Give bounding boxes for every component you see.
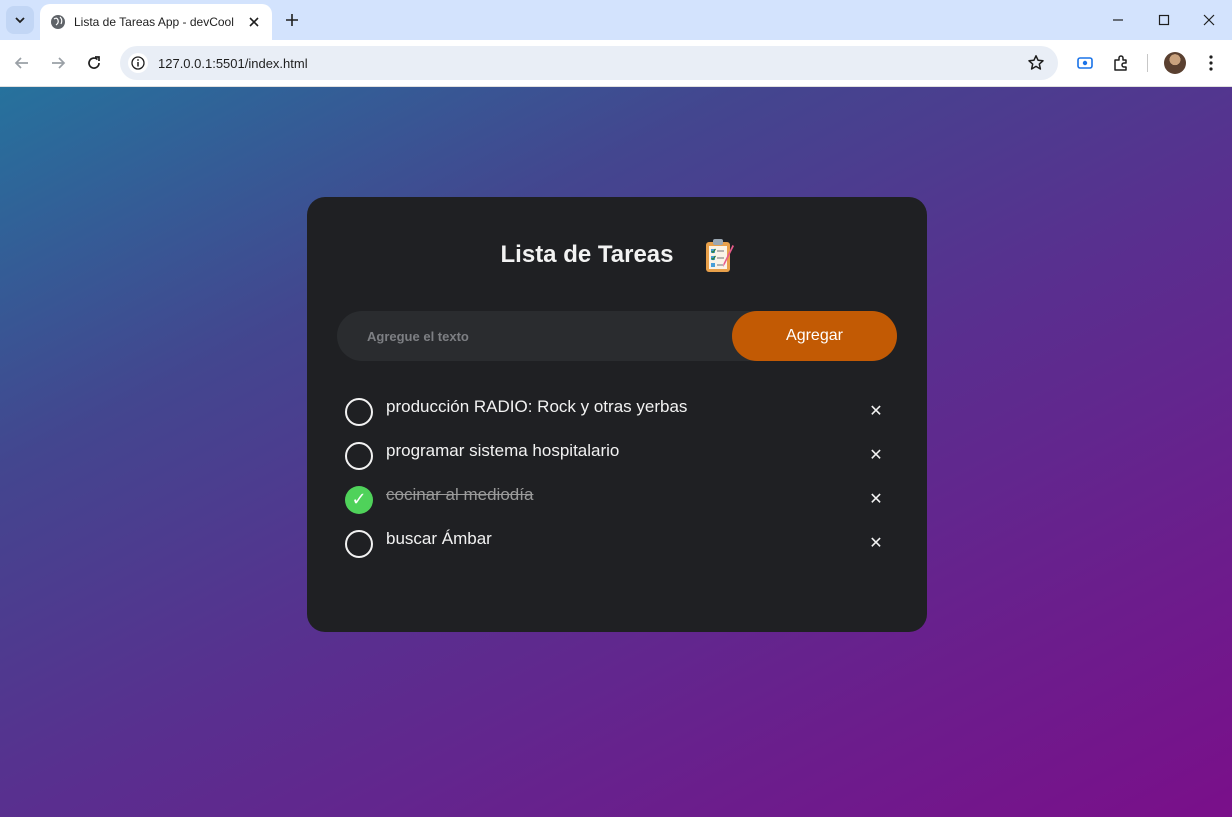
reload-icon[interactable] — [80, 49, 108, 77]
minimize-icon[interactable] — [1095, 0, 1141, 40]
task-list: producción RADIO: Rock y otras yerbas ✕ … — [345, 395, 890, 571]
add-task-form: Agregar — [337, 311, 897, 361]
tab-title: Lista de Tareas App - devCool — [74, 15, 234, 29]
task-item: cocinar al mediodía ✕ — [345, 483, 890, 527]
maximize-icon[interactable] — [1141, 0, 1187, 40]
task-checkbox[interactable] — [345, 442, 373, 470]
toolbar-divider — [1147, 54, 1148, 72]
task-item: programar sistema hospitalario ✕ — [345, 439, 890, 483]
puzzle-icon[interactable] — [1109, 51, 1133, 75]
info-icon[interactable] — [128, 53, 148, 73]
task-text[interactable]: cocinar al mediodía — [386, 485, 533, 505]
browser-tab[interactable]: Lista de Tareas App - devCool — [40, 4, 272, 40]
task-checkbox-checked[interactable] — [345, 486, 373, 514]
task-item: buscar Ámbar ✕ — [345, 527, 890, 571]
avatar[interactable] — [1164, 52, 1186, 74]
globe-icon — [50, 14, 66, 30]
delete-task-icon[interactable]: ✕ — [869, 533, 883, 553]
chevron-down-icon[interactable] — [6, 6, 34, 34]
forward-arrow-icon[interactable] — [44, 49, 72, 77]
page-title: Lista de Tareas — [500, 241, 674, 268]
plus-icon[interactable] — [280, 8, 304, 32]
url-text: 127.0.0.1:5501/index.html — [158, 55, 308, 71]
todo-card: Lista de Tareas Agregar — [307, 197, 927, 632]
task-text[interactable]: programar sistema hospitalario — [386, 441, 619, 461]
card-header: Lista de Tareas — [307, 235, 927, 275]
task-text[interactable]: producción RADIO: Rock y otras yerbas — [386, 397, 687, 417]
close-icon[interactable] — [1186, 0, 1232, 40]
task-text[interactable]: buscar Ámbar — [386, 529, 492, 549]
add-task-button[interactable]: Agregar — [732, 311, 897, 361]
task-input[interactable] — [337, 311, 737, 361]
back-arrow-icon[interactable] — [8, 49, 36, 77]
cast-icon[interactable] — [1073, 51, 1097, 75]
browser-toolbar: 127.0.0.1:5501/index.html — [0, 40, 1232, 87]
address-bar[interactable]: 127.0.0.1:5501/index.html — [120, 46, 1058, 80]
task-item: producción RADIO: Rock y otras yerbas ✕ — [345, 395, 890, 439]
delete-task-icon[interactable]: ✕ — [869, 445, 883, 465]
kebab-menu-icon[interactable] — [1199, 51, 1223, 75]
page-viewport: Lista de Tareas Agregar — [0, 87, 1232, 817]
browser-tabstrip: Lista de Tareas App - devCool — [0, 0, 1232, 40]
delete-task-icon[interactable]: ✕ — [869, 401, 883, 421]
task-checkbox[interactable] — [345, 398, 373, 426]
star-icon[interactable] — [1024, 51, 1048, 75]
clipboard-checklist-icon — [703, 237, 735, 273]
task-checkbox[interactable] — [345, 530, 373, 558]
close-icon[interactable] — [246, 14, 262, 30]
delete-task-icon[interactable]: ✕ — [869, 489, 883, 509]
